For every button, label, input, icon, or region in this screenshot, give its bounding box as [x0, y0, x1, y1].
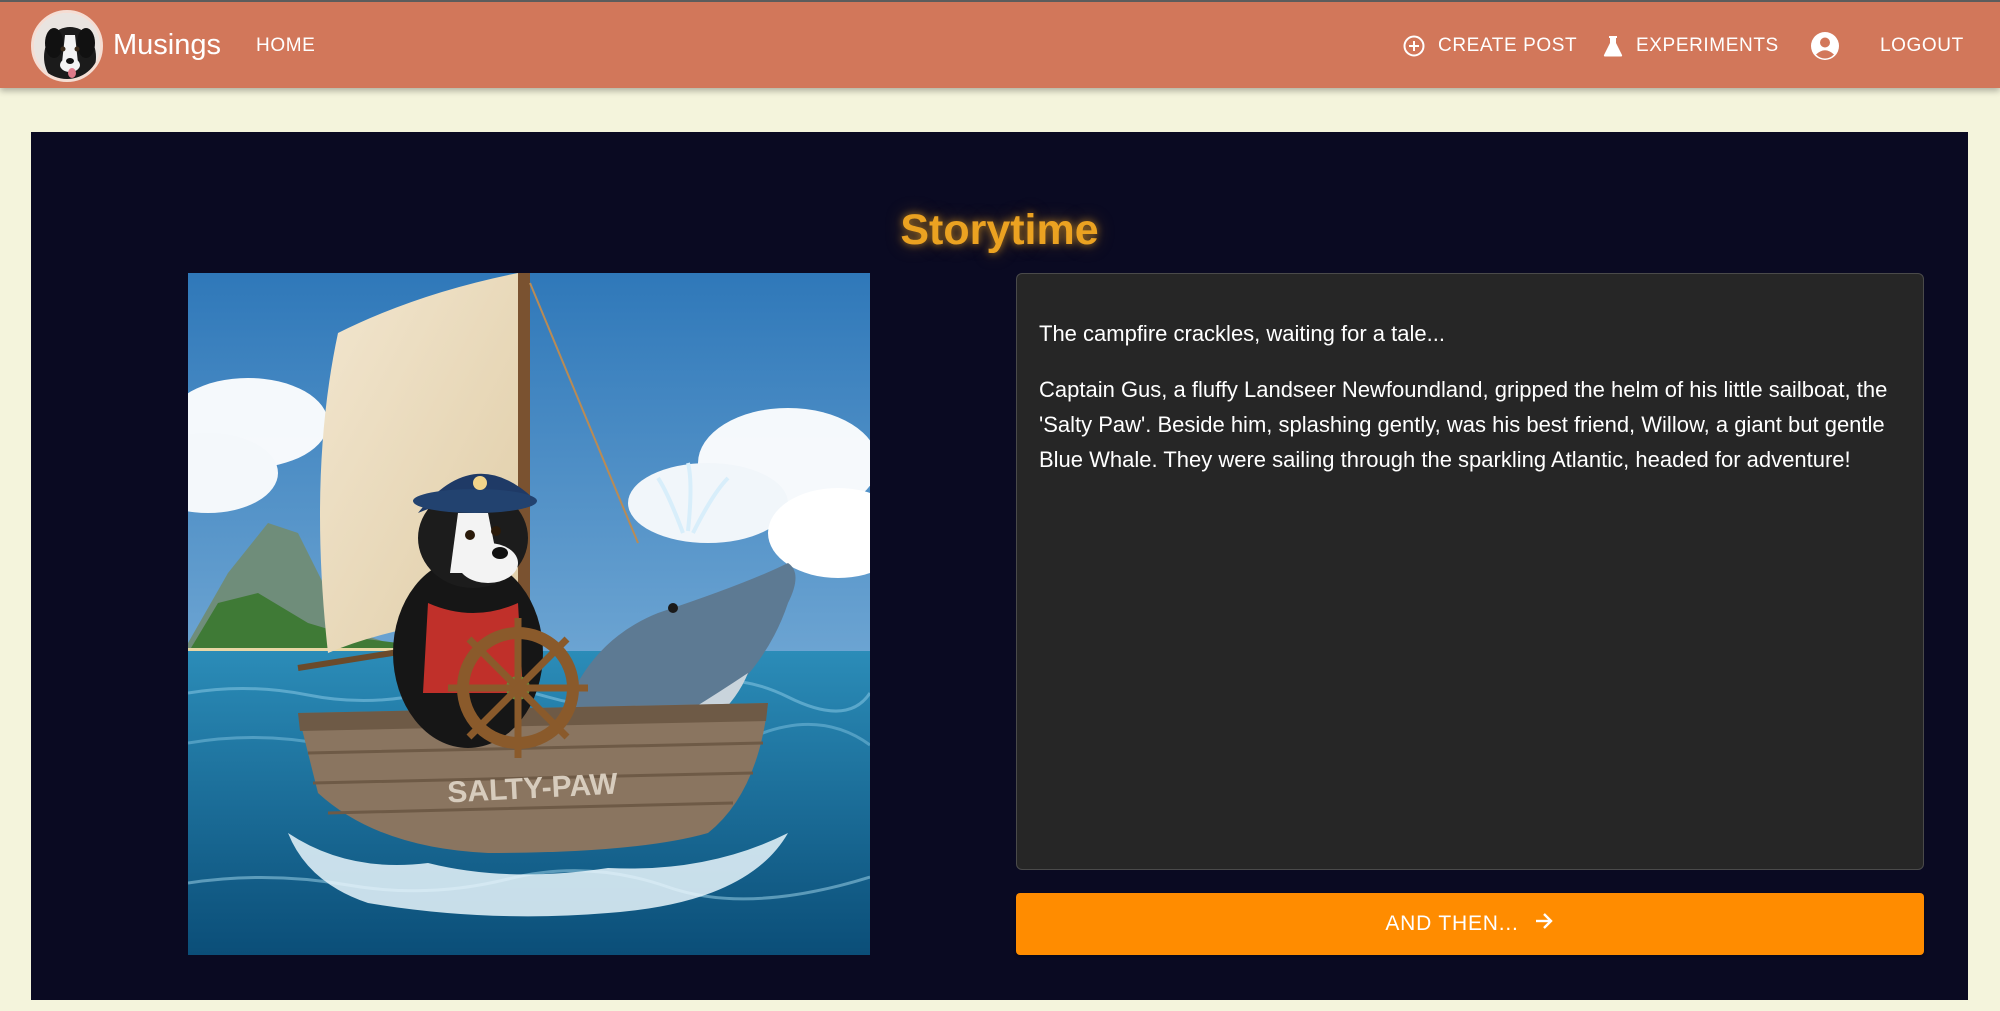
and-then-button[interactable]: AND THEN... [1016, 893, 1924, 955]
arrow-right-icon [1533, 910, 1555, 938]
story-intro-text: The campfire crackles, waiting for a tal… [1039, 321, 1445, 346]
flask-icon [1602, 34, 1624, 58]
experiments-button[interactable]: EXPERIMENTS [1602, 26, 1779, 66]
avatar[interactable] [31, 10, 103, 82]
story-body-text: Captain Gus, a fluffy Landseer Newfoundl… [1039, 377, 1888, 472]
story-text-box: The campfire crackles, waiting for a tal… [1016, 273, 1924, 870]
create-post-label: CREATE POST [1438, 35, 1578, 56]
brand-title[interactable]: Musings [113, 28, 221, 62]
app-bar: Musings HOME CREATE POST EXPERIMENTS LOG… [0, 0, 2000, 88]
create-post-button[interactable]: CREATE POST [1402, 26, 1577, 66]
add-circle-icon [1402, 34, 1426, 58]
and-then-label: AND THEN... [1385, 912, 1519, 935]
logout-button[interactable]: LOGOUT [1880, 26, 1964, 66]
experiments-label: EXPERIMENTS [1636, 35, 1779, 56]
story-illustration: SALTY-PAW [188, 273, 870, 955]
logout-label: LOGOUT [1880, 35, 1964, 56]
story-panel: Storytime SALTY-PAW The campfire crackle… [31, 132, 1968, 1000]
page-title: Storytime [900, 205, 1099, 254]
account-button[interactable] [1810, 26, 1840, 66]
dog-avatar-image [34, 13, 100, 79]
nav-home-label: HOME [256, 35, 316, 56]
nav-home-button[interactable]: HOME [256, 26, 315, 66]
account-circle-icon [1810, 31, 1840, 61]
